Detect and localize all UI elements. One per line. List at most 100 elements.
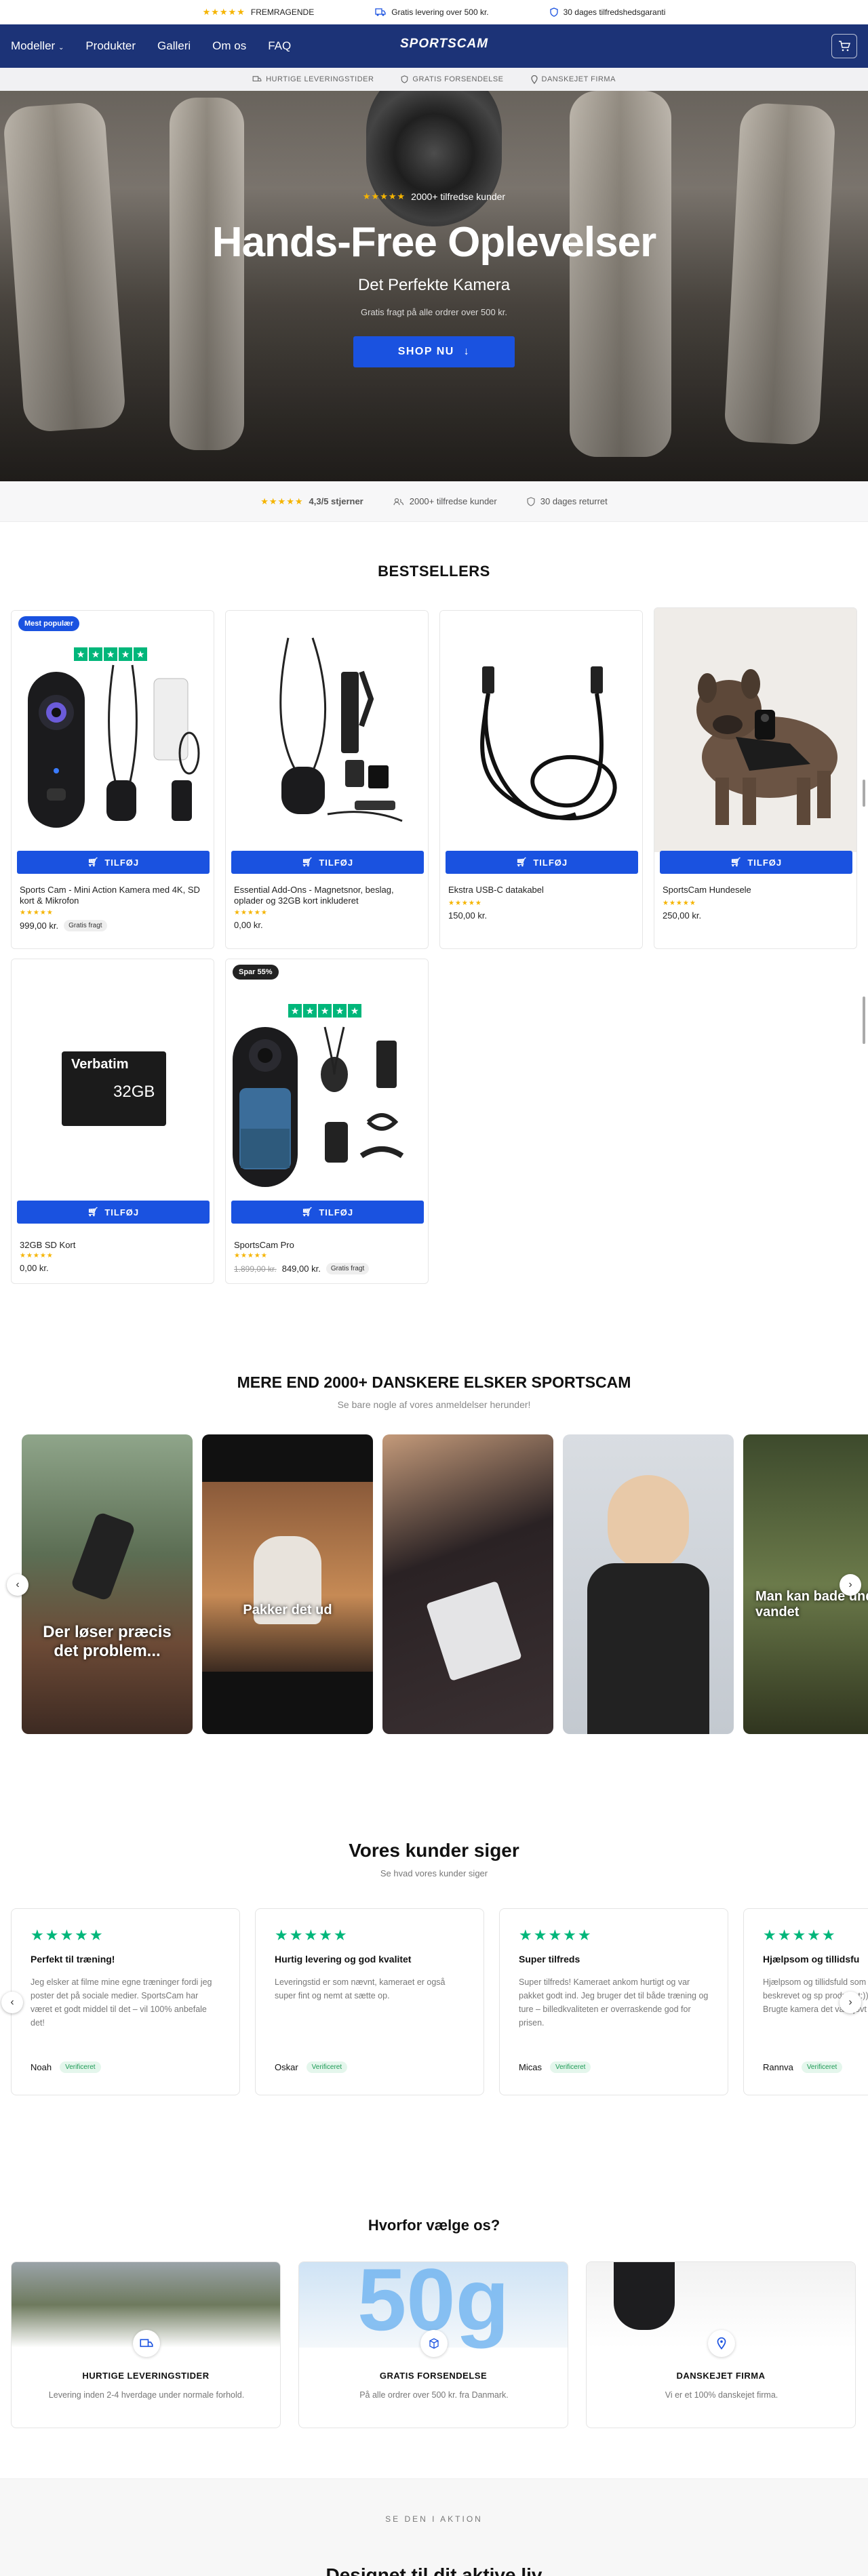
announcement-text: Gratis levering over 500 kr. xyxy=(391,7,489,17)
ugc-video[interactable]: Der løser præcis det problem... xyxy=(22,1434,193,1734)
product-badge: Mest populær xyxy=(18,616,80,631)
product-price: 0,00 kr. xyxy=(20,1263,49,1273)
product-title[interactable]: SportsCam Pro xyxy=(234,1240,424,1251)
reviews-subheading: Se hvad vores kunder siger xyxy=(380,1868,488,1878)
trust-rating: ★★★★★ 4,3/5 stjerner xyxy=(260,496,363,507)
announcement-text: 30 dages tilfredshedsgaranti xyxy=(563,7,666,17)
product-card[interactable]: ★ ★ ★ ★ ★ Spar 55% 🛒︎ TILFØJ SportsCam Pro ★★… xyxy=(225,959,429,1284)
product-card[interactable]: 🛒︎ TILFØJ Ekstra USB-C datakabel ★★★★★ 15… xyxy=(439,610,643,949)
usp-item: HURTIGE LEVERINGSTIDER xyxy=(252,75,374,83)
add-to-cart-button[interactable]: 🛒︎ TILFØJ xyxy=(231,1201,424,1224)
verified-badge: Verificeret xyxy=(549,2061,591,2073)
product-price: 0,00 kr. xyxy=(234,920,263,930)
review-stars: ★★★★★ xyxy=(763,1927,837,1944)
nav-link-modeller[interactable]: Modeller ⌄ xyxy=(11,39,64,53)
product-rating: ★★★★★ xyxy=(20,1252,54,1260)
review-body: Super tilfreds! Kameraet ankom hurtigt o… xyxy=(519,1977,709,2028)
product-image[interactable] xyxy=(654,608,856,852)
ugc-video[interactable] xyxy=(563,1434,734,1734)
cart-icon: 🛒︎ xyxy=(87,857,100,867)
product-price: 999,00 kr. Gratis fragt xyxy=(20,920,107,931)
product-price-value: 0,00 kr. xyxy=(20,1263,49,1273)
why-card-photo-element xyxy=(614,2262,675,2330)
rating-stars: ★★★★★ xyxy=(202,7,245,17)
why-card-title: DANSKEJET FIRMA xyxy=(676,2371,766,2381)
review-card: ★★★★★ Perfekt til træning! Jeg elsker at… xyxy=(11,1908,240,2095)
scrollbar-thumb[interactable] xyxy=(863,997,865,1044)
product-image[interactable]: ★ ★ ★ ★ ★ Spar 55% xyxy=(226,959,428,1203)
carousel-next-button[interactable]: › xyxy=(840,1574,861,1596)
hero-subtitle: Det Perfekte Kamera xyxy=(357,276,511,294)
product-title[interactable]: 32GB SD Kort xyxy=(20,1240,210,1251)
announcement-shipping: Gratis levering over 500 kr. xyxy=(375,7,489,17)
chevron-right-icon: › xyxy=(848,1996,852,2008)
users-icon xyxy=(393,498,403,505)
hero-note: Gratis fragt på alle ordrer over 500 kr. xyxy=(360,307,508,317)
ugc-subheading: Se bare nogle af vores anmeldelser herun… xyxy=(337,1399,531,1410)
verified-badge: Verificeret xyxy=(801,2061,843,2073)
add-to-cart-label: TILFØJ xyxy=(104,1207,140,1217)
usp-label: DANSKEJET FIRMA xyxy=(541,75,616,83)
hero-rating: ★★★★★ 2000+ tilfredse kunder xyxy=(0,191,868,202)
cart-button[interactable] xyxy=(831,34,857,58)
product-image[interactable] xyxy=(440,611,642,855)
product-rating: ★★★★★ xyxy=(234,909,268,917)
product-title[interactable]: Essential Add-Ons - Magnetsnor, beslag, … xyxy=(234,885,424,906)
review-footer: Noah Verificeret xyxy=(31,2061,101,2073)
reviews-heading: Vores kunder siger xyxy=(349,1840,519,1861)
product-title[interactable]: Ekstra USB-C datakabel xyxy=(448,885,638,895)
product-card[interactable]: Verbatim 32GB 🛒︎ TILFØJ 32GB SD Kort ★★★★… xyxy=(11,959,214,1284)
carousel-prev-button[interactable]: ‹ xyxy=(7,1574,28,1596)
rating-stars: ★★★★★ xyxy=(362,191,406,201)
truck-icon xyxy=(375,8,386,16)
nav-link-om-os[interactable]: Om os xyxy=(212,39,246,53)
nav-link-faq[interactable]: FAQ xyxy=(268,39,291,53)
product-title[interactable]: Sports Cam - Mini Action Kamera med 4K, … xyxy=(20,885,210,906)
ugc-video-subject xyxy=(70,1511,136,1602)
reviews-next-button[interactable]: › xyxy=(840,1992,861,2013)
trust-bar: ★★★★★ 4,3/5 stjerner 2000+ tilfredse kund… xyxy=(0,481,868,522)
action-kicker: SE DEN I AKTION xyxy=(385,2514,483,2524)
sd-card-size: 32GB xyxy=(113,1083,155,1101)
ugc-video[interactable] xyxy=(382,1434,553,1734)
review-footer: Micas Verificeret xyxy=(519,2061,591,2073)
product-image[interactable] xyxy=(226,611,428,855)
product-price-value: 0,00 kr. xyxy=(234,920,263,930)
cart-icon: 🛒︎ xyxy=(515,857,528,867)
add-to-cart-button[interactable]: 🛒︎ TILFØJ xyxy=(17,851,210,874)
product-image[interactable]: ★ ★ ★ ★ ★ Mest populær xyxy=(12,611,214,855)
cart-icon: 🛒︎ xyxy=(301,1207,314,1217)
nav-link-galleri[interactable]: Galleri xyxy=(157,39,191,53)
why-card-desc: Vi er et 100% danskejet firma. xyxy=(665,2390,778,2400)
review-title: Hjælpsom og tillidsfu xyxy=(763,1954,860,1965)
product-badge: Spar 55% xyxy=(233,965,279,980)
site-logo[interactable]: SPORTSCAM xyxy=(400,37,488,52)
chevron-left-icon: ‹ xyxy=(16,1579,20,1590)
why-card-title: GRATIS FORSENDELSE xyxy=(379,2371,488,2381)
scrollbar-thumb[interactable] xyxy=(863,780,865,807)
shield-icon xyxy=(401,75,408,83)
trust-returns-text: 30 dages returret xyxy=(540,496,608,506)
usp-label: GRATIS FORSENDELSE xyxy=(412,75,504,83)
add-to-cart-button[interactable]: 🛒︎ TILFØJ xyxy=(231,851,424,874)
reviews-prev-button[interactable]: ‹ xyxy=(1,1992,23,2013)
product-card[interactable]: ★ ★ ★ ★ ★ Mest populær 🛒︎ TILFØJ Sports Cam -… xyxy=(11,610,214,949)
product-card[interactable]: 🛒︎ TILFØJ SportsCam Hundesele ★★★★★ 250,0… xyxy=(654,607,857,949)
announcement-rating: ★★★★★ FREMRAGENDE xyxy=(203,7,315,18)
add-to-cart-button[interactable]: 🛒︎ TILFØJ xyxy=(446,851,638,874)
nav-link-produkter[interactable]: Produkter xyxy=(85,39,136,53)
product-image[interactable]: Verbatim 32GB xyxy=(12,959,214,1203)
add-to-cart-button[interactable]: 🛒︎ TILFØJ xyxy=(17,1201,210,1224)
sd-card-brand: Verbatim xyxy=(71,1057,129,1072)
why-card-title: HURTIGE LEVERINGSTIDER xyxy=(82,2371,210,2381)
product-price-value: 999,00 kr. xyxy=(20,921,59,931)
cart-icon xyxy=(839,41,850,52)
review-author: Micas xyxy=(519,2062,542,2072)
product-card[interactable]: 🛒︎ TILFØJ Essential Add-Ons - Magnetsnor,… xyxy=(225,610,429,949)
cart-icon: 🛒︎ xyxy=(87,1207,100,1217)
add-to-cart-button[interactable]: 🛒︎ TILFØJ xyxy=(660,851,852,874)
shop-now-button[interactable]: SHOP NU ↓ xyxy=(353,336,515,367)
product-title[interactable]: SportsCam Hundesele xyxy=(663,885,852,895)
ugc-video[interactable]: Pakker det ud xyxy=(202,1434,373,1734)
trust-customers-text: 2000+ tilfredse kunder xyxy=(409,496,497,506)
